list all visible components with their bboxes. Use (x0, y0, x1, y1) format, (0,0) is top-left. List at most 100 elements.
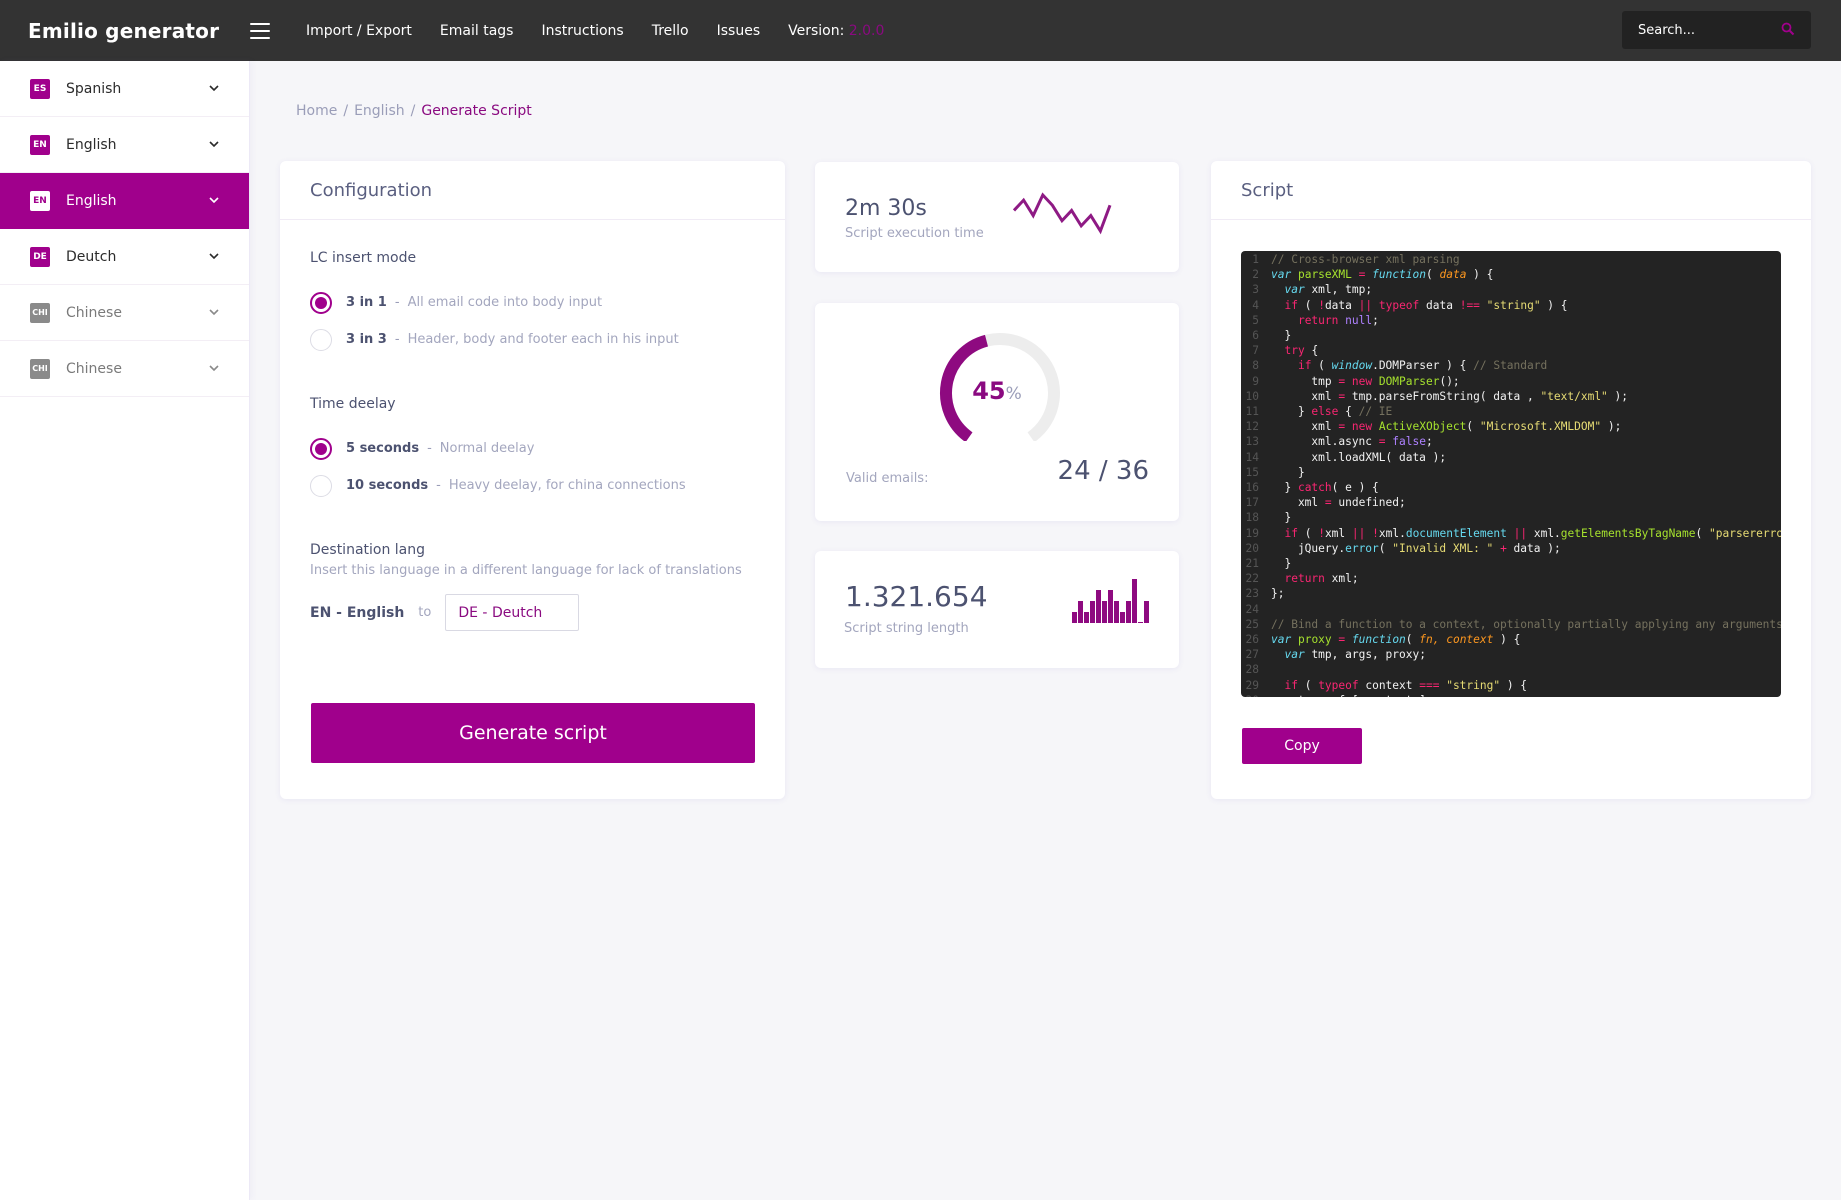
insert-mode-option[interactable]: 3 in 1- All email code into body input (310, 284, 755, 321)
sidebar-item-label: Deutch (66, 248, 117, 265)
insert-mode-group: 3 in 1- All email code into body input 3 i… (310, 284, 755, 358)
code-text: var proxy = function( fn, context ) { (1271, 633, 1521, 647)
code-text: }; (1271, 587, 1285, 601)
string-length-value: 1.321.654 (845, 580, 988, 613)
chevron-down-icon[interactable] (207, 309, 221, 316)
code-text: if ( typeof context === "string" ) { (1284, 678, 1528, 692)
insert-mode-option[interactable]: 3 in 3- Header, body and footer each in h… (310, 321, 755, 358)
code-line: 25 // Bind a function to a context, optio… (1241, 617, 1781, 632)
line-number: 4 (1252, 298, 1259, 312)
script-title: Script (1211, 161, 1811, 220)
code-line: 20 jQuery.error( "Invalid XML: " + data … (1241, 541, 1781, 556)
length-bar (1078, 601, 1083, 623)
option-name: 3 in 3 (346, 332, 387, 347)
execution-sparkline (1012, 192, 1112, 235)
version-info: Version: 2.0.0 (788, 23, 884, 39)
sidebar-item-deutch[interactable]: DE Deutch (0, 229, 249, 285)
gauge-percent: 45% (815, 377, 1179, 405)
length-bar (1096, 590, 1101, 623)
code-text: if ( !xml || !xml.documentElement || xml… (1284, 526, 1781, 540)
chevron-down-icon[interactable] (207, 365, 221, 372)
code-line: 24 (1241, 602, 1781, 617)
chevron-down-icon[interactable] (207, 85, 221, 92)
breadcrumb-home[interactable]: Home (296, 103, 337, 119)
chevron-down-icon[interactable] (207, 141, 221, 148)
line-number: 6 (1252, 329, 1259, 343)
valid-emails-label: Valid emails: (846, 471, 929, 486)
time-delay-option[interactable]: 5 seconds - Normal deelay (310, 430, 755, 467)
code-line: 4 if ( !data || typeof data !== "string"… (1241, 298, 1781, 313)
code-line: 29 if ( typeof context === "string" ) { (1241, 678, 1781, 693)
code-line: 23}; (1241, 586, 1781, 601)
radio-button[interactable] (310, 291, 332, 314)
line-number: 12 (1245, 420, 1259, 434)
copy-button[interactable]: Copy (1242, 728, 1362, 764)
language-code-badge: ES (30, 78, 50, 99)
time-delay-label: Time deelay (310, 396, 396, 412)
radio-button[interactable] (310, 328, 332, 351)
radio-button[interactable] (310, 474, 332, 497)
app-brand[interactable]: Emilio generator (28, 19, 248, 43)
line-number: 29 (1245, 678, 1259, 692)
nav-email-tags[interactable]: Email tags (440, 23, 514, 39)
hamburger-menu-icon[interactable] (250, 22, 270, 39)
destination-lang-label: Destination lang (310, 542, 426, 558)
option-name: 10 seconds (346, 478, 429, 493)
destination-row: EN - English to (310, 594, 755, 631)
length-bar (1120, 612, 1125, 623)
nav-issues[interactable]: Issues (717, 23, 761, 39)
execution-time-value: 2m 30s (845, 196, 927, 221)
breadcrumb: Home / English / Generate Script (296, 103, 532, 119)
time-delay-option[interactable]: 10 seconds - Heavy deelay, for china conne… (310, 467, 755, 504)
version-label: Version: (788, 22, 845, 39)
code-line: 7 try { (1241, 343, 1781, 358)
line-number: 18 (1245, 511, 1259, 525)
sidebar-item-english[interactable]: EN English (0, 117, 249, 173)
code-text: var parseXML = function( data ) { (1271, 268, 1494, 282)
generate-script-button[interactable]: Generate script (311, 703, 755, 763)
length-bar (1138, 622, 1143, 623)
search-icon[interactable] (1781, 21, 1795, 40)
sidebar-item-chinese[interactable]: CHI Chinese (0, 341, 249, 397)
radio-button[interactable] (310, 437, 332, 460)
language-code-badge: DE (30, 246, 50, 267)
language-code-badge: EN (30, 190, 50, 211)
code-text: try { (1284, 344, 1319, 358)
line-number: 26 (1245, 633, 1259, 647)
sidebar-item-label: English (66, 192, 117, 209)
valid-emails-value: 24 / 36 (1057, 456, 1149, 486)
sidebar-item-chinese[interactable]: CHI Chinese (0, 285, 249, 341)
nav-import-export[interactable]: Import / Export (306, 23, 412, 39)
code-text: var tmp, args, proxy; (1284, 648, 1426, 662)
sidebar-item-label: Spanish (66, 80, 122, 97)
chevron-down-icon[interactable] (207, 197, 221, 204)
top-nav: Import / Export Email tags Instructions … (306, 23, 884, 39)
code-text: xml.async = false; (1271, 435, 1433, 449)
search-input[interactable] (1638, 22, 1768, 38)
insert-mode-label: LC insert mode (310, 250, 417, 266)
sidebar-item-english[interactable]: EN English (0, 173, 249, 229)
line-number: 2 (1252, 268, 1259, 282)
code-line: 30 tmp = fn[ context ]; (1241, 693, 1781, 697)
sidebar-item-spanish[interactable]: ES Spanish (0, 61, 249, 117)
code-text: if ( window.DOMParser ) { // Standard (1297, 359, 1548, 373)
sidebar-item-label: Chinese (66, 360, 122, 377)
line-number: 10 (1245, 389, 1259, 403)
line-number: 27 (1245, 648, 1259, 662)
length-bar (1072, 612, 1077, 623)
code-text: if ( !data || typeof data !== "string" )… (1284, 298, 1568, 312)
code-line: 15 } (1241, 465, 1781, 480)
chevron-down-icon[interactable] (207, 253, 221, 260)
to-label: to (418, 605, 432, 620)
nav-trello[interactable]: Trello (652, 23, 689, 39)
destination-language-input[interactable] (445, 594, 580, 631)
code-viewer[interactable]: 1 // Cross-browser xml parsing 2 var parseX… (1241, 251, 1781, 697)
breadcrumb-english[interactable]: English (354, 103, 405, 119)
nav-instructions[interactable]: Instructions (541, 23, 623, 39)
sidebar-item-label: English (66, 136, 117, 153)
option-name: 5 seconds (346, 441, 420, 456)
code-line: 2 var parseXML = function( data ) { (1241, 267, 1781, 282)
code-text: return xml; (1284, 572, 1359, 586)
code-text: tmp = new DOMParser(); (1271, 374, 1460, 388)
search-box (1622, 11, 1811, 49)
